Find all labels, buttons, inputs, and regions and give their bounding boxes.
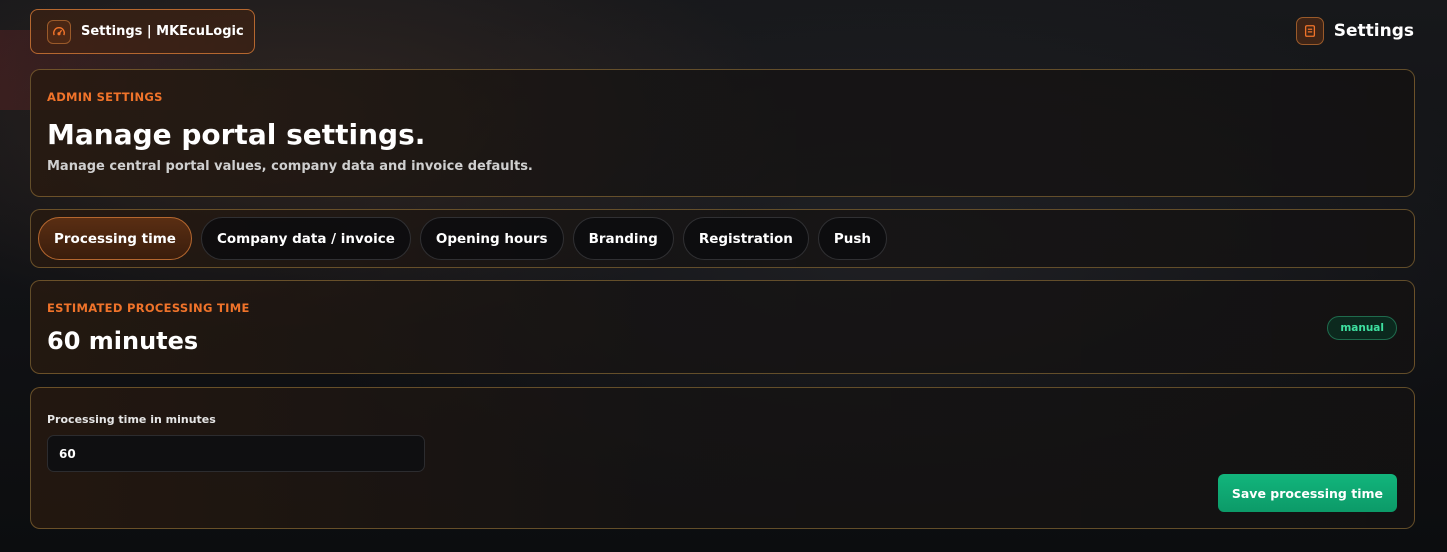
document-icon bbox=[1295, 17, 1324, 45]
top-bar: Settings | MKEcuLogic Settings bbox=[30, 9, 1414, 54]
processing-time-label: Processing time in minutes bbox=[47, 413, 216, 426]
gauge-icon bbox=[47, 19, 71, 44]
tab-opening-hours[interactable]: Opening hours bbox=[419, 217, 564, 260]
page-title: Settings bbox=[1333, 21, 1414, 41]
status-badge: manual bbox=[1327, 316, 1397, 340]
hero-subtitle: Manage central portal values, company da… bbox=[47, 159, 533, 174]
hero-eyebrow: ADMIN SETTINGS bbox=[47, 90, 163, 104]
tab-processing-time[interactable]: Processing time bbox=[38, 217, 192, 260]
save-processing-time-button[interactable]: Save processing time bbox=[1217, 474, 1397, 512]
brand-label: Settings | MKEcuLogic bbox=[81, 24, 244, 39]
settings-tabs: Processing time Company data / invoice O… bbox=[30, 209, 1415, 268]
status-eyebrow: ESTIMATED PROCESSING TIME bbox=[47, 301, 250, 315]
tab-push[interactable]: Push bbox=[817, 217, 888, 260]
tab-registration[interactable]: Registration bbox=[682, 217, 809, 260]
hero-card: ADMIN SETTINGS Manage portal settings. M… bbox=[30, 69, 1415, 197]
hero-title: Manage portal settings. bbox=[47, 118, 426, 151]
tab-branding[interactable]: Branding bbox=[572, 217, 674, 260]
page-header: Settings bbox=[1295, 17, 1414, 45]
processing-time-form: Processing time in minutes Save processi… bbox=[30, 387, 1415, 529]
processing-time-status-card: ESTIMATED PROCESSING TIME 60 minutes man… bbox=[30, 280, 1415, 374]
processing-time-input[interactable] bbox=[47, 435, 425, 472]
tab-company-data-invoice[interactable]: Company data / invoice bbox=[200, 217, 411, 260]
processing-time-value: 60 minutes bbox=[47, 327, 199, 355]
brand-pill[interactable]: Settings | MKEcuLogic bbox=[30, 9, 255, 54]
